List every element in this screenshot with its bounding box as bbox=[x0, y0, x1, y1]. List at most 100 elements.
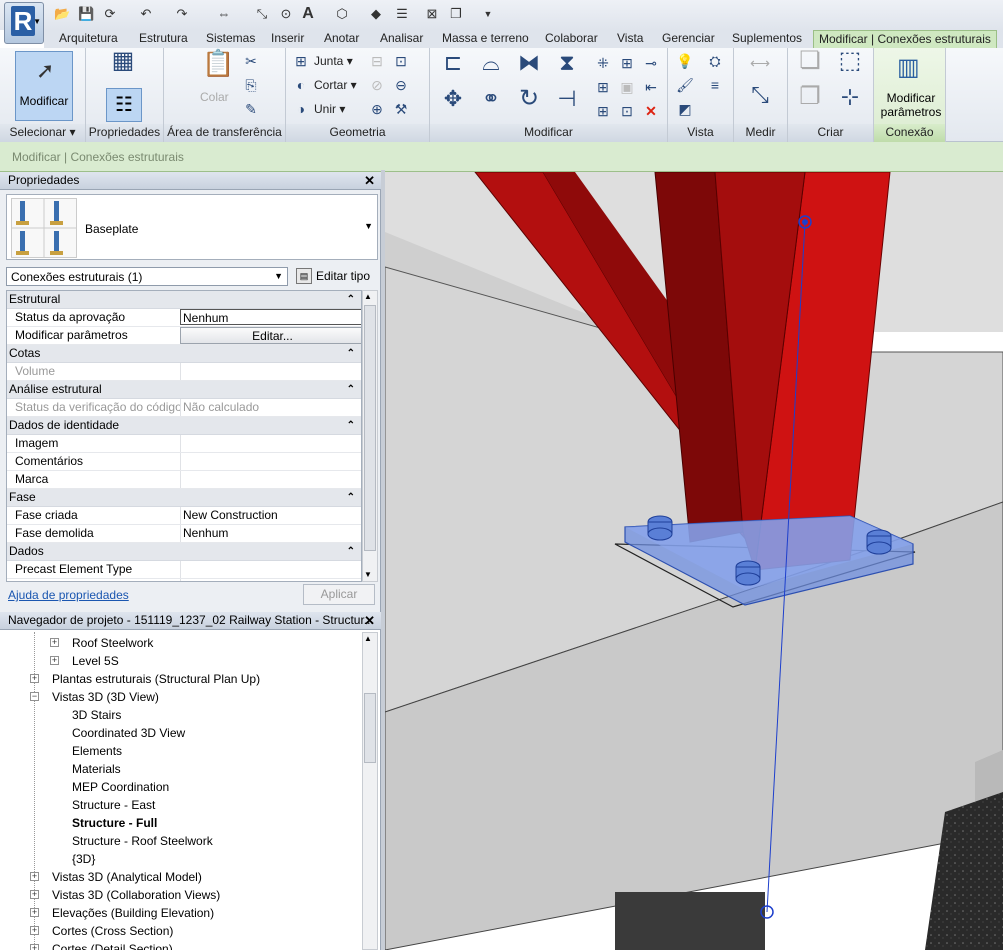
tag-icon[interactable]: ⊙ bbox=[278, 6, 294, 22]
edit-parameters-button[interactable]: Editar... bbox=[180, 327, 361, 344]
property-value[interactable]: Nenhum bbox=[180, 309, 361, 325]
properties-help-link[interactable]: Ajuda de propriedades bbox=[8, 588, 129, 602]
section-icon[interactable]: ◆ bbox=[368, 6, 384, 22]
align-icon[interactable]: ⊏ bbox=[438, 52, 468, 80]
browser-item[interactable]: Cortes (Detail Section) bbox=[52, 940, 173, 950]
tab-vista[interactable]: Vista bbox=[617, 30, 643, 48]
type-properties-icon[interactable]: ▦ bbox=[108, 49, 138, 82]
redo-icon[interactable]: ↷ bbox=[174, 6, 190, 22]
measure-between-icon[interactable]: ⟷ bbox=[740, 54, 780, 72]
linework-icon[interactable]: ≡ bbox=[706, 76, 724, 94]
browser-item[interactable]: Elevações (Building Elevation) bbox=[52, 904, 214, 922]
light-bulb-icon[interactable]: 💡 bbox=[676, 52, 694, 70]
unjoin-icon[interactable]: ◑ bbox=[292, 100, 310, 118]
aligned-dimension-icon[interactable]: ⤡ bbox=[740, 84, 780, 106]
demolish-icon[interactable]: ⊖ bbox=[392, 76, 410, 94]
tab-gerenciar[interactable]: Gerenciar bbox=[662, 30, 715, 48]
save-icon[interactable]: 💾 bbox=[78, 6, 94, 22]
browser-item[interactable]: Structure - Full bbox=[72, 814, 157, 832]
create-group-icon[interactable]: ❐ bbox=[794, 85, 826, 118]
browser-item[interactable]: Coordinated 3D View bbox=[72, 724, 185, 742]
3d-scene[interactable] bbox=[385, 172, 1003, 950]
expand-icon[interactable]: + bbox=[30, 944, 39, 950]
property-value[interactable] bbox=[180, 579, 361, 581]
beam-join-icon[interactable]: ⊕ bbox=[368, 100, 386, 118]
expand-icon[interactable]: + bbox=[50, 656, 59, 665]
scroll-up-icon[interactable]: ▲ bbox=[364, 634, 372, 643]
apply-button[interactable]: Aplicar bbox=[303, 584, 375, 605]
sync-icon[interactable]: ⟳ bbox=[102, 6, 118, 22]
expand-icon[interactable]: + bbox=[30, 890, 39, 899]
property-group-header[interactable]: Cotas ⌃ bbox=[7, 345, 361, 363]
property-value[interactable]: Nenhum bbox=[180, 525, 361, 542]
browser-scrollbar[interactable]: ▲ bbox=[362, 632, 378, 950]
create-parts-icon[interactable]: ⬚ bbox=[834, 49, 866, 82]
close-hidden-icon[interactable]: ⊠ bbox=[424, 6, 440, 22]
join-icon[interactable]: ⊞ bbox=[292, 52, 310, 70]
expand-icon[interactable]: + bbox=[30, 674, 39, 683]
match-type-icon[interactable]: ✎ bbox=[242, 100, 260, 118]
browser-item[interactable]: Cortes (Cross Section) bbox=[52, 922, 173, 940]
3d-view-icon[interactable]: ⬡ bbox=[334, 6, 350, 22]
expand-icon[interactable]: + bbox=[50, 638, 59, 647]
scale-icon[interactable]: ▣ bbox=[618, 78, 636, 96]
3d-viewport[interactable] bbox=[385, 172, 1003, 950]
property-group-header[interactable]: Análise estrutural ⌃ bbox=[7, 381, 361, 399]
trim-multiple-icon[interactable]: ⊞ bbox=[594, 102, 612, 120]
tab-inserir[interactable]: Inserir bbox=[271, 30, 304, 48]
property-group-header[interactable]: Dados ⌃ bbox=[7, 543, 361, 561]
properties-toggle-button[interactable]: ☷ bbox=[106, 88, 142, 122]
measure-icon[interactable]: ⇔ bbox=[216, 6, 232, 22]
open-icon[interactable]: 📂 bbox=[54, 6, 70, 22]
tab-suplementos[interactable]: Suplementos bbox=[732, 30, 802, 48]
scroll-down-icon[interactable]: ▼ bbox=[364, 570, 372, 579]
pin-icon[interactable]: ⊸ bbox=[642, 54, 660, 72]
modify-button[interactable]: ➚ Modificar bbox=[15, 51, 73, 121]
collapse-icon[interactable]: − bbox=[30, 692, 39, 701]
tab-modificar-conexoes[interactable]: Modificar | Conexões estruturais bbox=[813, 30, 997, 48]
trim-extend-icon[interactable]: ⊣ bbox=[552, 88, 582, 118]
browser-item[interactable]: {3D} bbox=[72, 850, 95, 868]
collapse-icon[interactable]: ⌃ bbox=[347, 345, 355, 362]
paint-icon[interactable]: ⊘ bbox=[368, 76, 386, 94]
tab-sistemas[interactable]: Sistemas bbox=[206, 30, 255, 48]
cut-geometry-label[interactable]: Cortar ▾ bbox=[314, 78, 357, 92]
browser-item[interactable]: Level 5S bbox=[72, 652, 119, 670]
split-element-icon[interactable]: ⁜ bbox=[594, 54, 612, 72]
switch-windows-icon[interactable]: ❐ bbox=[448, 6, 464, 22]
browser-item[interactable]: Vistas 3D (Collaboration Views) bbox=[52, 886, 220, 904]
paintbrush-icon[interactable]: 🖌 bbox=[676, 76, 694, 94]
array-icon[interactable]: ⊞ bbox=[594, 78, 612, 96]
mirror-draw-icon[interactable]: ⧗ bbox=[552, 52, 582, 80]
application-menu-button[interactable]: R ▼ bbox=[4, 2, 44, 44]
copy-icon[interactable]: ⎘ bbox=[242, 76, 260, 94]
create-assembly-icon[interactable]: ❏ bbox=[794, 49, 826, 82]
collapse-icon[interactable]: ⌃ bbox=[347, 489, 355, 506]
tab-estrutura[interactable]: Estrutura bbox=[139, 30, 188, 48]
undo-icon[interactable]: ↶ bbox=[138, 6, 154, 22]
paste-icon[interactable]: 📋 bbox=[202, 50, 234, 84]
override-icon[interactable]: ◩ bbox=[676, 100, 694, 118]
property-value[interactable] bbox=[180, 435, 361, 452]
tab-anotar[interactable]: Anotar bbox=[324, 30, 359, 48]
property-group-header[interactable]: Fase ⌃ bbox=[7, 489, 361, 507]
tab-massa-terreno[interactable]: Massa e terreno bbox=[442, 30, 529, 48]
property-value[interactable] bbox=[180, 471, 361, 488]
tab-analisar[interactable]: Analisar bbox=[380, 30, 423, 48]
mirror-pick-icon[interactable]: ⧓ bbox=[514, 52, 544, 80]
scrollbar-thumb[interactable] bbox=[364, 693, 376, 763]
cut-icon[interactable]: ✂ bbox=[242, 52, 260, 70]
instance-filter-dropdown[interactable]: Conexões estruturais (1) ▼ bbox=[6, 267, 288, 286]
browser-item[interactable]: Vistas 3D (Analytical Model) bbox=[52, 868, 202, 886]
modify-parameters-button[interactable]: ▥ Modificar parâmetros bbox=[876, 50, 944, 122]
collapse-icon[interactable]: ⌃ bbox=[347, 417, 355, 434]
hammer-icon[interactable]: ⚒ bbox=[392, 100, 410, 118]
unjoin-label[interactable]: Unir ▾ bbox=[314, 102, 345, 116]
collapse-icon[interactable]: ⌃ bbox=[347, 543, 355, 560]
type-selector[interactable]: Baseplate ▼ bbox=[6, 194, 378, 260]
close-icon[interactable]: ✕ bbox=[364, 172, 375, 189]
browser-item[interactable]: Materials bbox=[72, 760, 121, 778]
property-group-header[interactable]: Dados de identidade ⌃ bbox=[7, 417, 361, 435]
edit-type-button[interactable]: ▤ Editar tipo bbox=[294, 266, 370, 286]
expand-icon[interactable]: + bbox=[30, 872, 39, 881]
